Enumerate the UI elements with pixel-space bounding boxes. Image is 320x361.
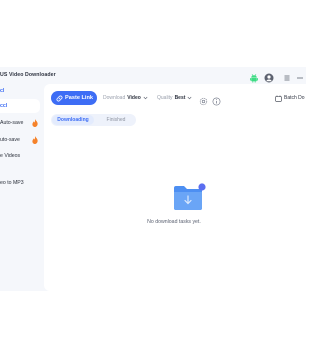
chevron-down-icon (143, 96, 148, 99)
sidebar-item-download[interactable]: ccl (0, 99, 40, 113)
info-icon[interactable] (212, 93, 221, 106)
chevron-down-icon (187, 96, 192, 99)
sidebar-item-auto-save-2[interactable]: uto-save (0, 133, 40, 147)
empty-folder-icon (170, 182, 208, 214)
tab-downloading[interactable]: Downloading (52, 115, 94, 125)
app-window: US Video Downloader cl ccl Auto-save uto… (0, 67, 306, 291)
paste-link-label: Paste Link (65, 95, 93, 101)
avatar-icon[interactable] (264, 70, 274, 83)
download-type-key: Download (103, 95, 126, 101)
empty-state-message: No download tasks yet. (147, 219, 201, 225)
minimize-icon[interactable] (295, 70, 305, 80)
android-icon[interactable] (249, 70, 259, 83)
link-icon (56, 95, 63, 101)
download-type-value: Video (127, 95, 141, 101)
tab-finished[interactable]: Finished (96, 114, 136, 126)
sidebar-item-label: uto-save (0, 137, 20, 143)
quality-key: Quality (157, 95, 173, 101)
quality-select[interactable]: Quality Best (157, 91, 192, 105)
gear-icon[interactable] (199, 93, 208, 106)
sidebar-item-video-to-mp3[interactable]: eo to MP3 (0, 176, 40, 190)
sidebar-item-videos[interactable]: e Videos (0, 149, 40, 163)
sidebar-item-label: e Videos (0, 153, 21, 159)
download-tabs: Downloading Finished (51, 114, 136, 126)
title-bar: US Video Downloader (0, 67, 306, 84)
quality-value: Best (174, 95, 186, 101)
batch-download-label: Batch Do (284, 95, 305, 101)
sidebar: cl ccl Auto-save uto-save e Videos eo to… (0, 87, 43, 291)
sidebar-item-label: ccl (0, 103, 8, 109)
sidebar-item-label: Auto-save (0, 120, 24, 126)
sidebar-item-label: eo to MP3 (0, 180, 24, 186)
sidebar-item-auto-save-1[interactable]: Auto-save (0, 116, 40, 130)
fire-icon (32, 136, 38, 144)
fire-icon (32, 119, 38, 127)
paste-link-button[interactable]: Paste Link (51, 91, 97, 105)
batch-icon (275, 95, 282, 102)
download-type-select[interactable]: Download Video (103, 91, 148, 105)
sidebar-item-top[interactable]: cl (0, 87, 40, 99)
main-panel: Paste Link Download Video Quality Best B… (44, 84, 306, 291)
app-title: US Video Downloader (0, 72, 56, 78)
menu-icon[interactable] (282, 70, 292, 81)
sidebar-item-label: cl (0, 88, 5, 94)
